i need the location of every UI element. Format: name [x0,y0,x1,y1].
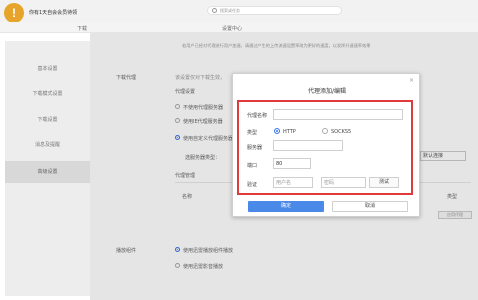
sidebar-item-download[interactable]: 下载设置 [5,109,90,131]
warning-icon: ! [4,3,24,23]
cancel-button[interactable]: 取消 [332,201,408,212]
sidebar-item-download-mode[interactable]: 下载模式设置 [5,83,90,105]
sidebar-item-advanced[interactable]: 高级设置 [5,161,90,183]
port-label: 端口 [247,163,258,169]
type-http-radio[interactable] [274,128,280,134]
close-icon[interactable]: × [409,77,414,84]
proxy-name-label: 代理名称 [247,113,268,119]
tab-download[interactable]: 下载 [77,25,87,32]
test-button[interactable]: 测试 [369,177,399,188]
search-box[interactable] [207,6,342,15]
type-http-label: HTTP [283,129,296,135]
password-input[interactable] [321,177,366,188]
search-input[interactable] [220,8,330,13]
tab-settings-center[interactable]: 设置中心 [222,25,242,32]
settings-sidebar: 基本设置 下载模式设置 下载设置 消息及提醒 高级设置 [5,41,90,296]
server-input[interactable] [273,140,343,151]
tab-bar: 下载 设置中心 [0,22,478,33]
sidebar-item-messages[interactable]: 消息及提醒 [5,134,90,156]
proxy-name-input[interactable] [273,109,403,120]
server-label: 服务器 [247,145,263,151]
search-icon [212,8,217,13]
confirm-button[interactable]: 确定 [248,201,324,212]
proxy-edit-dialog: 代理添加/编辑 × 代理名称 类型 HTTP SOCKS5 服务器 端口 验证 … [232,73,420,217]
auth-label: 验证 [247,182,258,188]
member-notice[interactable]: 你有1天自会会员待领 [29,9,77,16]
type-socks5-label: SOCKS5 [331,129,352,135]
type-label: 类型 [247,130,258,136]
dialog-title: 代理添加/编辑 [307,88,347,95]
username-input[interactable] [273,177,313,188]
top-bar: ! 你有1天自会会员待领 [0,0,478,23]
type-socks5-radio[interactable] [322,128,328,134]
sidebar-item-basic[interactable]: 基本设置 [5,58,90,80]
port-input[interactable] [273,158,311,169]
